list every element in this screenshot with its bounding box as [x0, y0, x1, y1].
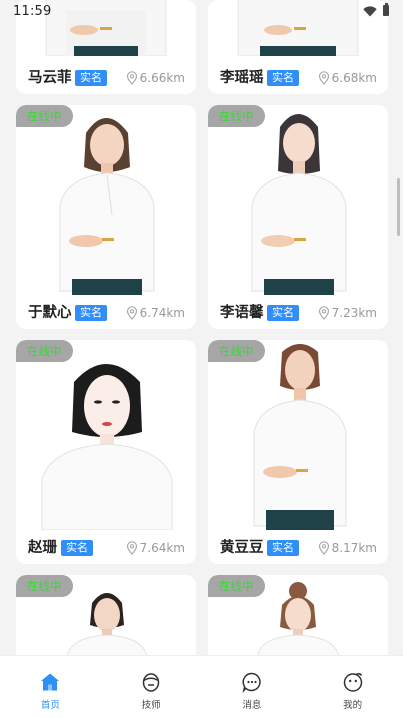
nav-item-technician[interactable]: 技师	[101, 656, 202, 718]
therapist-name: 李瑶瑶	[220, 70, 264, 86]
distance-value: 6.68km	[331, 71, 377, 85]
nav-label-messages: 消息	[242, 700, 262, 711]
therapist-photo	[208, 340, 388, 530]
verified-badge: 实名	[267, 305, 299, 321]
distance-value: 6.74km	[139, 306, 185, 320]
location-pin-icon	[126, 306, 137, 320]
location-pin-icon	[318, 71, 329, 85]
distance-label: 7.23km	[318, 302, 377, 324]
wifi-icon	[363, 6, 377, 17]
distance-value: 7.64km	[139, 541, 185, 555]
verified-badge: 实名	[267, 540, 299, 556]
home-icon	[41, 673, 60, 691]
card-info: 黄豆豆 实名 8.17km	[208, 537, 388, 559]
therapist-name: 李语馨	[220, 305, 264, 321]
nav-item-home[interactable]: 首页	[0, 656, 101, 718]
therapist-photo	[208, 105, 388, 295]
therapist-photo	[16, 105, 196, 295]
card-info: 李瑶瑶 实名 6.68km	[208, 67, 388, 89]
therapist-card[interactable]: 在线中 赵珊 实名 7.64km	[16, 340, 196, 564]
verified-badge: 实名	[75, 305, 107, 321]
profile-icon	[343, 672, 362, 692]
distance-label: 6.74km	[126, 302, 185, 324]
online-status-badge: 在线中	[16, 340, 73, 362]
therapist-photo	[16, 340, 196, 530]
card-info: 赵珊 实名 7.64km	[16, 537, 196, 559]
bottom-nav: 首页 技师 消息 我的	[0, 655, 403, 718]
distance-value: 8.17km	[331, 541, 377, 555]
therapist-name: 黄豆豆	[220, 540, 264, 556]
online-status-badge: 在线中	[16, 105, 73, 127]
online-status-badge: 在线中	[16, 575, 73, 597]
distance-label: 8.17km	[318, 537, 377, 559]
message-icon	[242, 672, 261, 693]
online-status-badge: 在线中	[208, 340, 265, 362]
therapist-card[interactable]: 在线中 李语馨 实名 7.23km	[208, 105, 388, 329]
card-info: 于默心 实名 6.74km	[16, 302, 196, 324]
verified-badge: 实名	[61, 540, 93, 556]
status-time: 11:59	[13, 4, 52, 19]
nav-item-profile[interactable]: 我的	[302, 656, 403, 718]
location-pin-icon	[318, 541, 329, 555]
distance-value: 6.66km	[139, 71, 185, 85]
verified-badge: 实名	[267, 70, 299, 86]
nav-label-technician: 技师	[141, 700, 161, 711]
therapist-name: 于默心	[28, 305, 72, 321]
location-pin-icon	[126, 71, 137, 85]
technician-icon	[142, 673, 160, 692]
online-status-badge: 在线中	[208, 105, 265, 127]
distance-label: 6.68km	[318, 67, 377, 89]
distance-value: 7.23km	[331, 306, 377, 320]
verified-badge: 实名	[75, 70, 107, 86]
nav-item-messages[interactable]: 消息	[202, 656, 303, 718]
therapist-card[interactable]: 在线中 黄豆豆 实名 8.17km	[208, 340, 388, 564]
scrollbar[interactable]	[397, 178, 400, 236]
online-status-badge: 在线中	[208, 575, 265, 597]
nav-label-profile: 我的	[343, 700, 363, 711]
card-info: 马云菲 实名 6.66km	[16, 67, 196, 89]
location-pin-icon	[318, 306, 329, 320]
status-bar: 11:59	[0, 0, 403, 24]
distance-label: 7.64km	[126, 537, 185, 559]
therapist-card[interactable]: 在线中 于默心 实名 6.74km	[16, 105, 196, 329]
battery-icon	[383, 3, 389, 16]
distance-label: 6.66km	[126, 67, 185, 89]
therapist-name: 马云菲	[28, 70, 72, 86]
therapist-name: 赵珊	[28, 540, 57, 556]
nav-label-home: 首页	[40, 700, 60, 711]
card-info: 李语馨 实名 7.23km	[208, 302, 388, 324]
location-pin-icon	[126, 541, 137, 555]
